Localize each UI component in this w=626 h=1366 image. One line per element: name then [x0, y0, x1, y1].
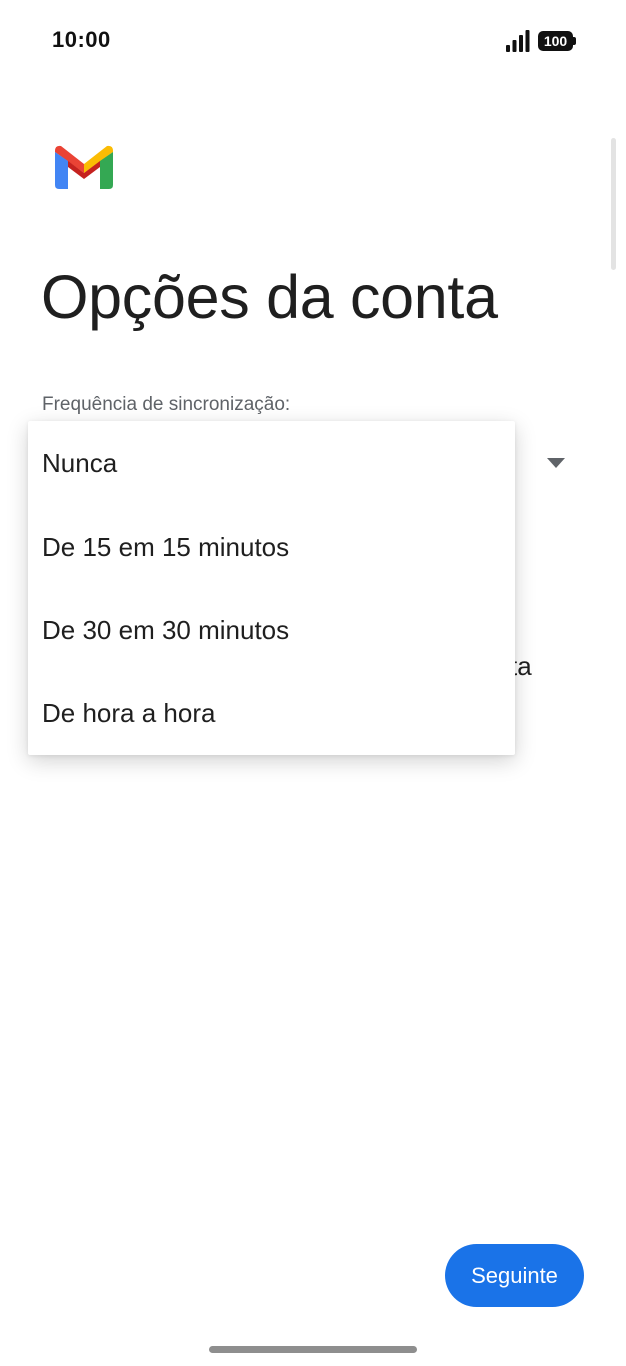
battery-icon: 100 — [538, 30, 576, 52]
signal-icon — [506, 30, 530, 52]
status-bar: 10:00 100 — [0, 0, 626, 80]
scrollbar[interactable] — [611, 138, 616, 270]
battery-level: 100 — [538, 31, 573, 51]
menu-item-30-minutes[interactable]: De 30 em 30 minutos — [28, 588, 515, 672]
menu-item-15-minutes[interactable]: De 15 em 15 minutos — [28, 505, 515, 589]
sync-frequency-menu: Nunca De 15 em 15 minutos De 30 em 30 mi… — [28, 421, 515, 755]
menu-item-never[interactable]: Nunca — [28, 421, 515, 505]
battery-tip — [573, 37, 576, 45]
gmail-logo — [55, 145, 113, 189]
menu-item-hourly[interactable]: De hora a hora — [28, 671, 515, 755]
page-title: Opções da conta — [41, 263, 498, 331]
home-indicator[interactable] — [209, 1346, 417, 1353]
arrow-drop-down-icon[interactable] — [547, 458, 565, 468]
status-time: 10:00 — [52, 27, 111, 52]
sync-frequency-label: Frequência de sincronização: — [42, 394, 291, 415]
next-button[interactable]: Seguinte — [445, 1244, 584, 1307]
